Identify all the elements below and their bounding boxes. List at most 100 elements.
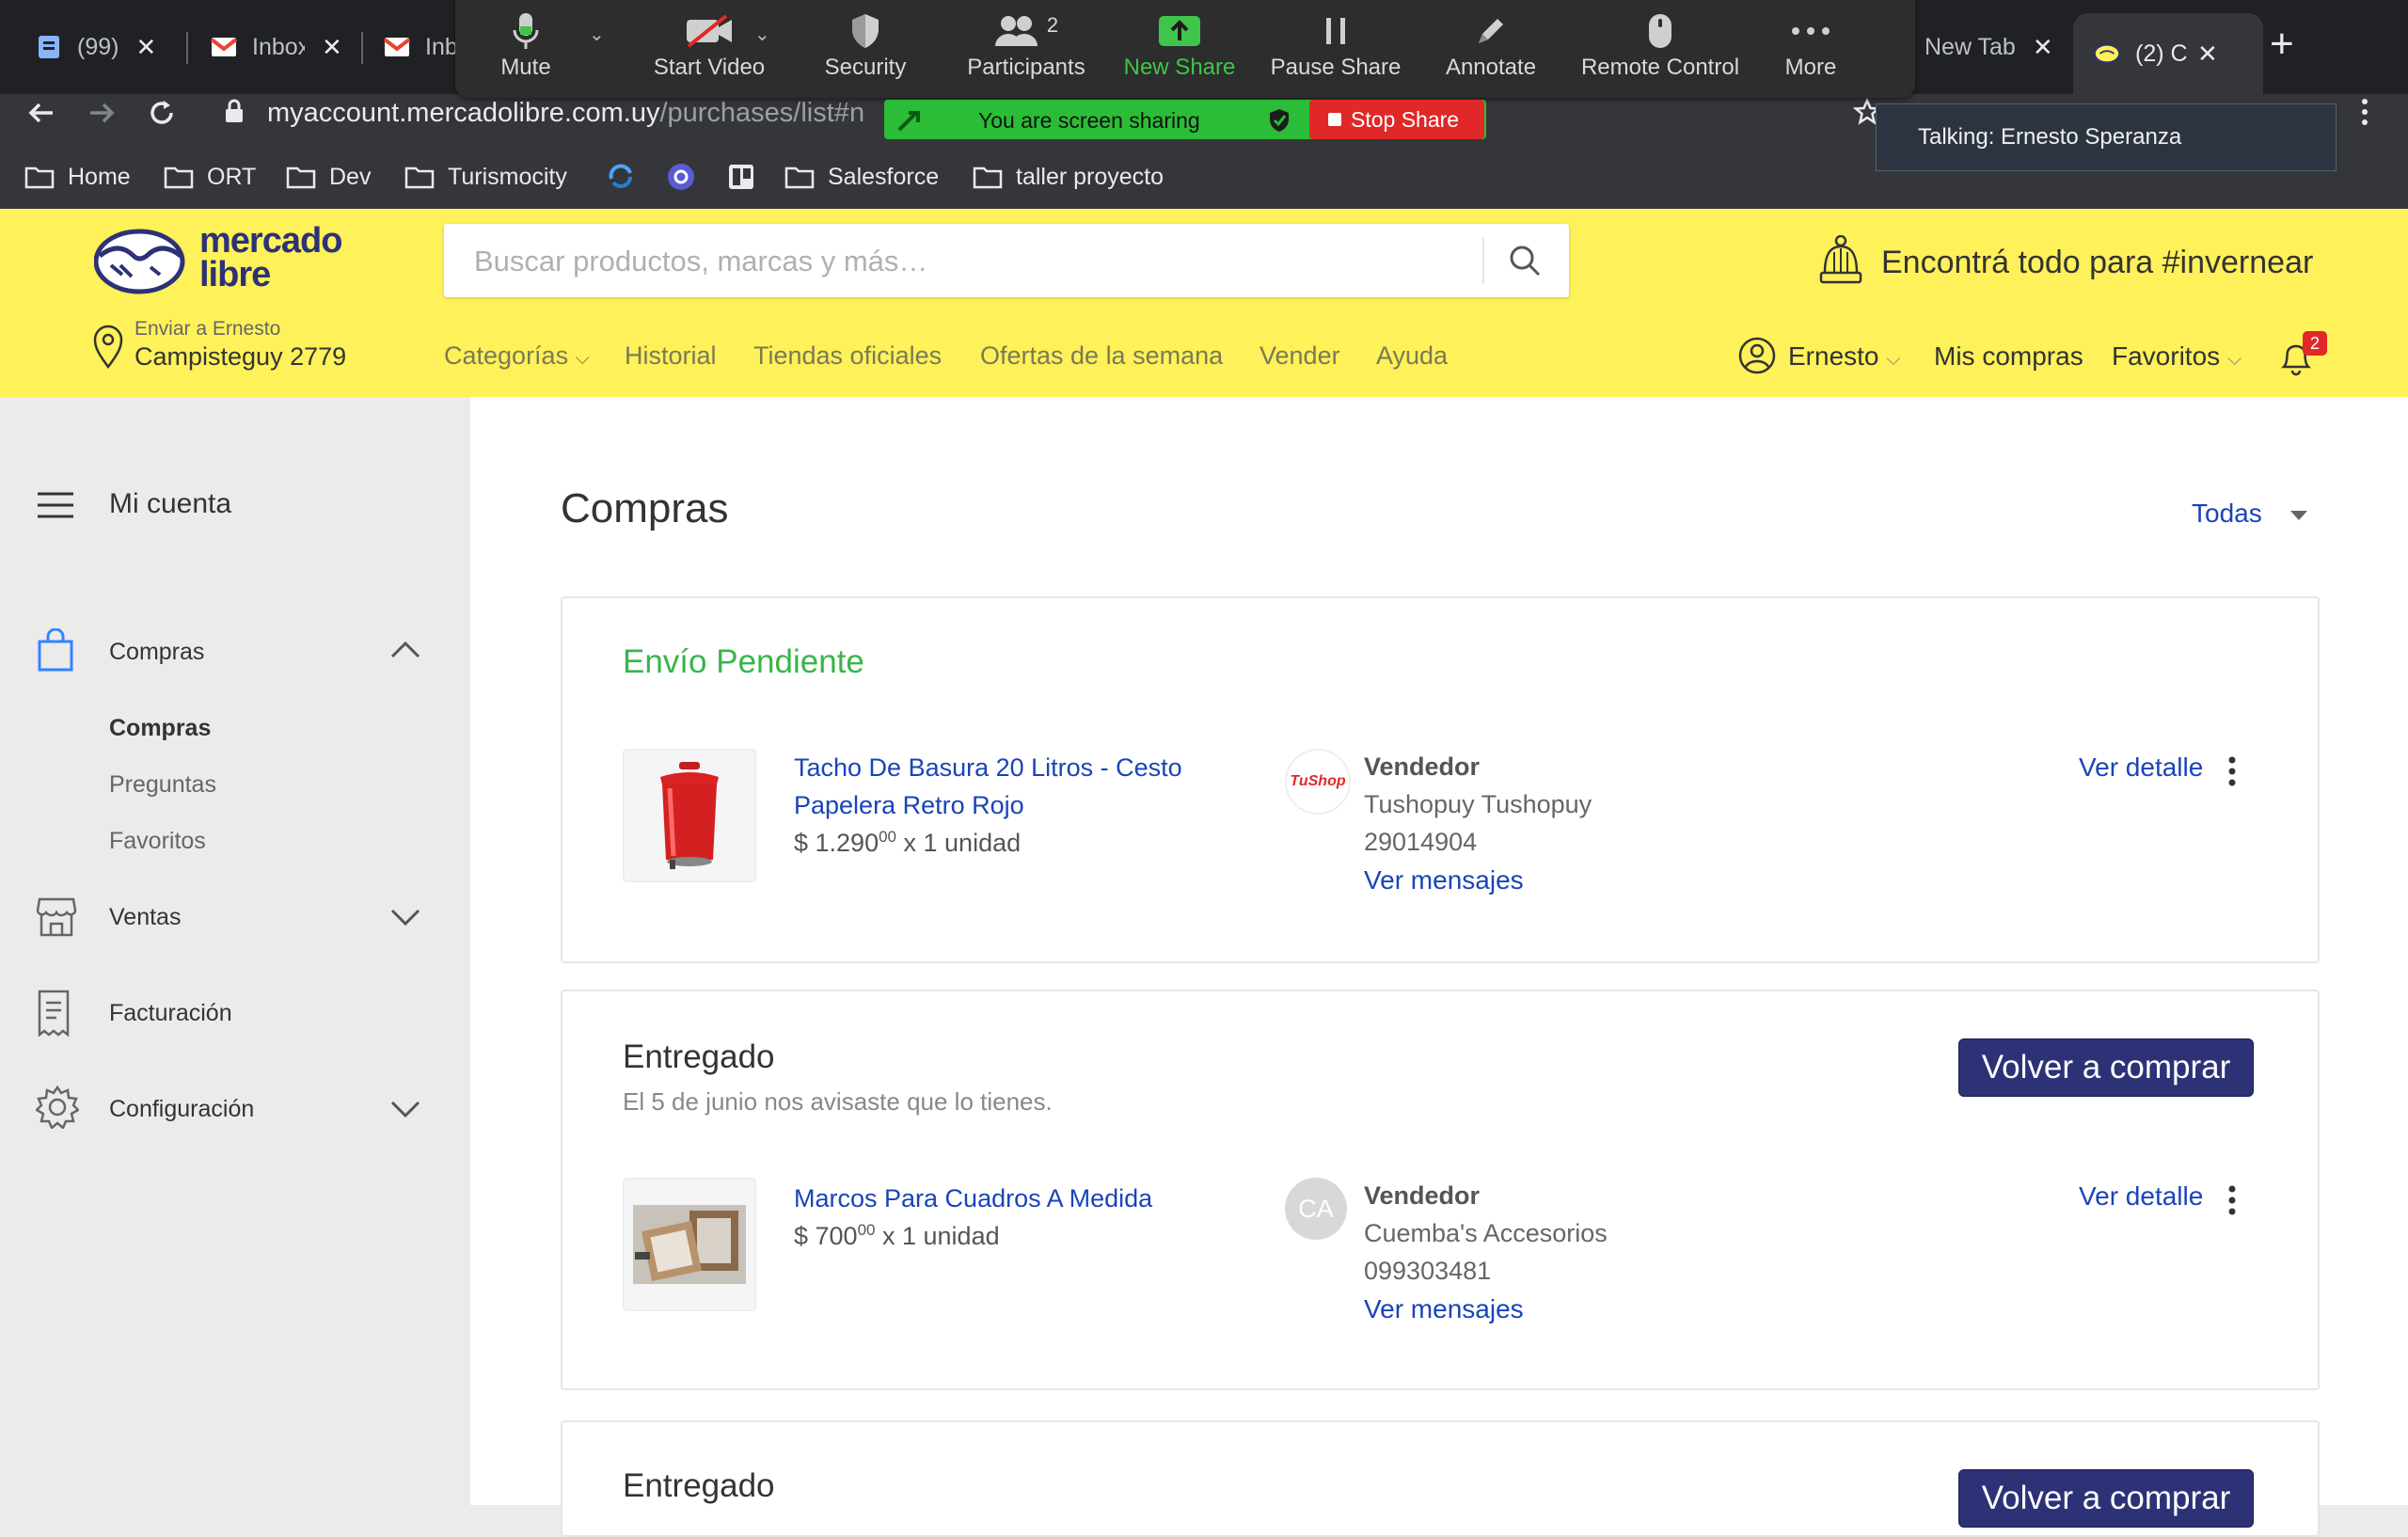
browser-tab[interactable]: Inbox ✕ (211, 17, 342, 77)
new-tab-plus-icon[interactable]: + (2270, 21, 2294, 68)
user-menu[interactable]: Ernesto ⌵ (1788, 341, 1900, 372)
mute-button[interactable]: Mute (470, 8, 581, 92)
filter-label: Todas (2192, 499, 2262, 528)
search-icon[interactable] (1507, 243, 1543, 283)
filter-dropdown[interactable]: Todas (2192, 499, 2307, 529)
view-detail-link[interactable]: Ver detalle (2079, 753, 2203, 783)
gmail-icon (211, 34, 237, 60)
location-pin-icon (92, 324, 124, 373)
nav-ayuda[interactable]: Ayuda (1376, 341, 1448, 371)
browser-tab[interactable]: New Tab ✕ (1925, 17, 2053, 77)
my-purchases-link[interactable]: Mis compras (1934, 341, 2083, 372)
pencil-icon (1430, 8, 1552, 55)
participants-button[interactable]: 2 Participants (956, 8, 1097, 92)
bookmark-trello-icon[interactable] (726, 160, 769, 194)
forward-arrow-icon[interactable] (79, 90, 124, 135)
annotate-button[interactable]: Annotate (1430, 8, 1552, 92)
kebab-menu-icon[interactable] (2227, 756, 2237, 791)
nav-label: Categorías (444, 341, 569, 370)
address-bar[interactable]: myaccount.mercadolibre.com.uy/purchases/… (267, 98, 864, 129)
chevron-down-icon[interactable]: ⌄ (589, 23, 605, 46)
bookmark-salesforce[interactable]: Salesforce (784, 160, 939, 194)
nav-vender[interactable]: Vender (1259, 341, 1340, 371)
ship-to-address[interactable]: Campisteguy 2779 (135, 342, 346, 372)
nav-ofertas[interactable]: Ofertas de la semana (980, 341, 1223, 371)
chevron-down-icon[interactable] (389, 907, 421, 932)
picture-frames-image (633, 1205, 746, 1284)
chevron-up-icon[interactable] (389, 640, 421, 665)
seller-phone: 099303481 (1364, 1257, 1492, 1285)
bookmark-taller-proyecto[interactable]: taller proyecto (973, 160, 1164, 194)
buy-again-button[interactable]: Volver a comprar (1958, 1038, 2254, 1097)
favorites-menu[interactable]: Favoritos ⌵ (2112, 341, 2242, 372)
folder-icon (286, 166, 316, 189)
talking-text: Talking: Ernesto Speranza (1918, 124, 2182, 150)
browser-tab[interactable]: Inb (384, 17, 458, 77)
ship-to-label[interactable]: Enviar a Ernesto (135, 318, 280, 341)
bookmark-ort[interactable]: ORT (164, 160, 256, 194)
view-messages-link[interactable]: Ver mensajes (1364, 865, 1524, 895)
zoom-share-toolbar: Mute ⌄ Start Video ⌄ Security 2 Particip… (455, 0, 1915, 98)
sidebar-item-ventas[interactable]: Ventas (109, 904, 181, 931)
sidebar-item-facturacion[interactable]: Facturación (109, 1000, 232, 1027)
chevron-down-icon: ⌵ (575, 348, 590, 369)
nav-categorias[interactable]: Categorías ⌵ (444, 341, 590, 371)
close-tab-icon[interactable]: ✕ (135, 33, 156, 62)
kebab-menu-icon[interactable] (2227, 1185, 2237, 1220)
browser-tab[interactable]: (99) ✕ (36, 17, 156, 77)
remote-control-label: Remote Control (1580, 55, 1740, 80)
mercadolibre-logo[interactable]: mercado libre (94, 223, 357, 299)
product-thumbnail[interactable] (623, 749, 756, 882)
browser-tab-active[interactable]: (2) C ✕ (2073, 13, 2263, 94)
tab-label: Inb (425, 33, 458, 60)
folder-icon (164, 166, 194, 189)
product-title-link[interactable]: Tacho De Basura 20 Litros - Cesto Papele… (794, 749, 1182, 824)
sidebar-subitem-preguntas[interactable]: Preguntas (109, 771, 216, 799)
url-host: myaccount.mercadolibre.com.uy (267, 98, 660, 128)
product-price: $ 70000 x 1 unidad (794, 1221, 1000, 1250)
new-share-button[interactable]: New Share (1114, 8, 1245, 92)
nav-tiendas-oficiales[interactable]: Tiendas oficiales (753, 341, 942, 371)
nav-historial[interactable]: Historial (625, 341, 717, 371)
reload-icon[interactable] (139, 90, 184, 135)
annotate-label: Annotate (1445, 55, 1537, 80)
user-avatar-icon[interactable] (1738, 337, 1776, 379)
view-messages-link[interactable]: Ver mensajes (1364, 1294, 1524, 1324)
start-video-button[interactable]: Start Video (630, 8, 788, 92)
sidebar-item-configuracion[interactable]: Configuración (109, 1096, 254, 1123)
seller-label: Vendedor (1364, 1181, 1481, 1210)
chevron-down-icon[interactable] (389, 1099, 421, 1124)
microphone-icon (470, 8, 581, 55)
sidebar-item-compras[interactable]: Compras (109, 639, 204, 666)
remote-control-button[interactable]: Remote Control (1571, 8, 1750, 92)
stop-share-button[interactable]: Stop Share (1309, 100, 1484, 139)
chevron-down-icon[interactable]: ⌄ (754, 23, 770, 46)
product-title-link[interactable]: Marcos Para Cuadros A Medida (794, 1180, 1152, 1217)
bookmark-turismocity[interactable]: Turismocity (404, 160, 567, 194)
bookmark-label: Turismocity (448, 163, 567, 190)
winter-hat-icon (1817, 234, 1864, 291)
promo-banner-link[interactable]: Encontrá todo para #invernear (1881, 245, 2313, 281)
sidebar-subitem-favoritos[interactable]: Favoritos (109, 828, 206, 855)
bookmark-home[interactable]: Home (24, 160, 131, 194)
security-button[interactable]: Security (805, 8, 926, 92)
bookmark-gear-icon[interactable] (666, 160, 709, 194)
sidebar-subitem-compras[interactable]: Compras (109, 715, 211, 742)
close-tab-icon[interactable]: ✕ (2197, 40, 2218, 69)
close-tab-icon[interactable]: ✕ (2033, 33, 2053, 62)
search-input[interactable] (472, 224, 1492, 299)
buy-again-button[interactable]: Volver a comprar (1958, 1469, 2254, 1528)
order-status: Envío Pendiente (623, 643, 864, 680)
bookmark-sync-icon[interactable] (606, 160, 649, 194)
hamburger-menu-icon[interactable] (36, 491, 75, 524)
back-arrow-icon[interactable] (19, 90, 64, 135)
bookmark-dev[interactable]: Dev (286, 160, 371, 194)
security-label: Security (824, 55, 907, 80)
product-thumbnail[interactable] (623, 1178, 756, 1311)
more-button[interactable]: More (1759, 8, 1862, 92)
pause-share-button[interactable]: Pause Share (1260, 8, 1411, 92)
close-tab-icon[interactable]: ✕ (322, 33, 342, 62)
view-detail-link[interactable]: Ver detalle (2079, 1181, 2203, 1212)
shopping-bag-icon (36, 627, 75, 676)
chrome-menu-icon[interactable] (2359, 98, 2370, 131)
